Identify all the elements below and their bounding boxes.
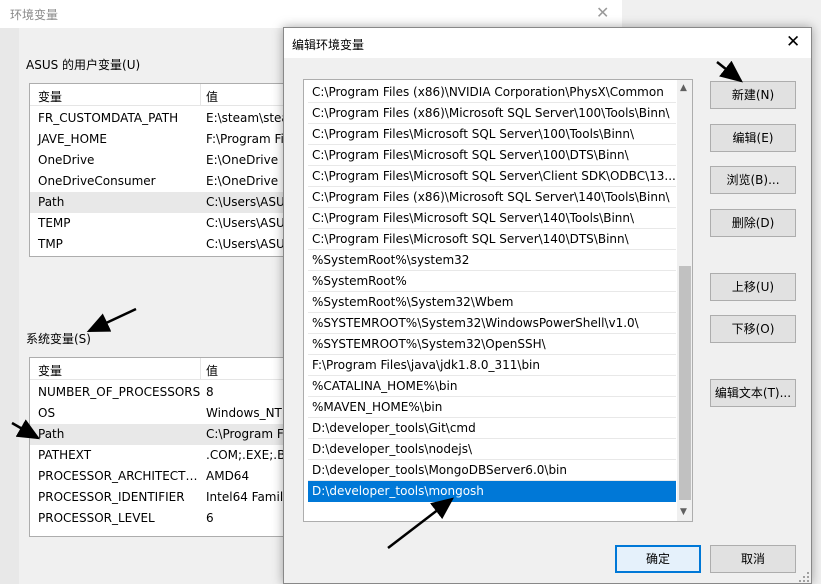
left-edge-panel [0,28,19,584]
var-value: C:\Program Fi [206,427,284,441]
path-list-item[interactable]: C:\Program Files\Microsoft SQL Server\14… [308,229,676,250]
var-name: Path [38,195,65,209]
column-separator [200,84,201,106]
sys-vars-col-name[interactable]: 变量 [38,362,62,379]
dialog-title: 编辑环境变量 [292,38,365,52]
table-row[interactable]: TEMP C:\Users\ASUS [30,213,283,234]
table-row[interactable]: Path C:\Users\ASUS [30,192,283,213]
table-row[interactable]: OneDrive E:\OneDrive [30,150,283,171]
var-name: PROCESSOR_ARCHITECT… [38,469,198,483]
resize-grip-icon[interactable] [798,571,810,583]
user-vars-list[interactable]: 变量 值 FR_CUSTOMDATA_PATH E:\steam\steam JAV… [29,83,284,257]
browse-button[interactable]: 浏览(B)... [710,166,796,194]
path-list-item[interactable]: %SYSTEMROOT%\System32\WindowsPowerShell\… [308,313,676,334]
table-row[interactable]: FR_CUSTOMDATA_PATH E:\steam\steam [30,108,283,129]
path-list[interactable]: C:\Program Files (x86)\NVIDIA Corporatio… [303,79,693,522]
table-row[interactable]: PROCESSOR_IDENTIFIER Intel64 Family [30,487,283,508]
table-row[interactable]: JAVE_HOME F:\Program Fil [30,129,283,150]
table-row[interactable]: OS Windows_NT [30,403,283,424]
table-row[interactable]: PROCESSOR_ARCHITECT… AMD64 [30,466,283,487]
var-value: AMD64 [206,469,250,483]
path-list-item[interactable]: %SystemRoot% [308,271,676,292]
sys-vars-col-value[interactable]: 值 [206,362,218,379]
bg-window-title: 环境变量 [10,8,59,22]
var-name: OS [38,406,56,420]
scroll-up-icon[interactable]: ▲ [680,83,687,93]
sys-vars-header: 变量 值 [30,358,283,380]
edit-text-button[interactable]: 编辑文本(T)... [710,379,796,407]
path-list-item[interactable]: %MAVEN_HOME%\bin [308,397,676,418]
scroll-down-icon[interactable]: ▼ [680,507,687,517]
var-name: OneDrive [38,153,95,167]
var-value: 8 [206,385,214,399]
dialog-close-icon[interactable]: ✕ [786,32,800,52]
var-value: Windows_NT [206,406,282,420]
path-list-item[interactable]: %SystemRoot%\system32 [308,250,676,271]
user-vars-header: 变量 值 [30,84,283,106]
table-row[interactable]: NUMBER_OF_PROCESSORS 8 [30,382,283,403]
var-name: JAVE_HOME [38,132,107,146]
move-up-button[interactable]: 上移(U) [710,273,796,301]
var-value: 6 [206,511,214,525]
path-list-item[interactable]: C:\Program Files (x86)\NVIDIA Corporatio… [308,82,676,103]
var-value: E:\OneDrive [206,174,279,188]
sys-vars-list[interactable]: 变量 值 NUMBER_OF_PROCESSORS 8 OS Windows_NT Pa… [29,357,284,537]
var-name: OneDriveConsumer [38,174,156,188]
user-vars-col-name[interactable]: 变量 [38,88,62,105]
var-value: Intel64 Family [206,490,284,504]
path-list-item[interactable]: D:\developer_tools\MongoDBServer6.0\bin [308,460,676,481]
ok-button[interactable]: 确定 [615,545,701,573]
var-value: E:\OneDrive [206,153,279,167]
edit-env-var-dialog: 编辑环境变量 ✕ C:\Program Files (x86)\NVIDIA C… [283,27,812,584]
var-name: PATHEXT [38,448,92,462]
scroll-thumb[interactable] [679,266,691,500]
table-row[interactable]: OneDriveConsumer E:\OneDrive [30,171,283,192]
var-value: .COM;.EXE;.BA [206,448,283,462]
table-row[interactable]: TMP C:\Users\ASUS [30,234,283,255]
path-list-item[interactable]: D:\developer_tools\Git\cmd [308,418,676,439]
path-list-item[interactable]: %CATALINA_HOME%\bin [308,376,676,397]
var-name: PROCESSOR_IDENTIFIER [38,490,185,504]
delete-button[interactable]: 删除(D) [710,209,796,237]
var-name: PROCESSOR_LEVEL [38,511,155,525]
table-row[interactable]: PROCESSOR_LEVEL 6 [30,508,283,529]
var-value: C:\Users\ASUS [206,216,284,230]
path-list-item[interactable]: C:\Program Files\Microsoft SQL Server\10… [308,145,676,166]
var-name: NUMBER_OF_PROCESSORS [38,385,201,399]
path-list-item[interactable]: C:\Program Files\Microsoft SQL Server\14… [308,208,676,229]
new-button[interactable]: 新建(N) [710,81,796,109]
column-separator [200,358,201,380]
var-value: C:\Users\ASUS [206,237,284,251]
dialog-title-bar: 编辑环境变量 ✕ [284,28,811,58]
var-value: F:\Program Fil [206,132,284,146]
bg-close-icon[interactable]: ✕ [596,3,609,22]
path-list-item[interactable]: C:\Program Files\Microsoft SQL Server\10… [308,124,676,145]
move-down-button[interactable]: 下移(O) [710,315,796,343]
sys-vars-label: 系统变量(S) [26,332,91,346]
path-list-scrollbar[interactable]: ▲ ▼ [677,80,692,521]
user-vars-col-value[interactable]: 值 [206,88,218,105]
path-list-item[interactable]: F:\Program Files\java\jdk1.8.0_311\bin [308,355,676,376]
path-list-item[interactable]: D:\developer_tools\nodejs\ [308,439,676,460]
path-list-item[interactable]: C:\Program Files (x86)\Microsoft SQL Ser… [308,187,676,208]
var-value: E:\steam\steam [206,111,283,125]
bg-title-bar: 环境变量 ✕ [0,0,622,28]
path-list-item[interactable]: %SYSTEMROOT%\System32\OpenSSH\ [308,334,676,355]
user-vars-label: ASUS 的用户变量(U) [26,58,141,72]
var-value: C:\Users\ASUS [206,195,284,209]
var-name: TEMP [38,216,71,230]
table-row[interactable]: PATHEXT .COM;.EXE;.BA [30,445,283,466]
path-list-item[interactable]: C:\Program Files (x86)\Microsoft SQL Ser… [308,103,676,124]
path-list-item[interactable]: C:\Program Files\Microsoft SQL Server\Cl… [308,166,676,187]
table-row[interactable]: Path C:\Program Fi [30,424,283,445]
path-list-item[interactable]: %SystemRoot%\System32\Wbem [308,292,676,313]
var-name: FR_CUSTOMDATA_PATH [38,111,179,125]
cancel-button[interactable]: 取消 [710,545,796,573]
var-name: TMP [38,237,63,251]
var-name: Path [38,427,65,441]
edit-button[interactable]: 编辑(E) [710,124,796,152]
path-list-item[interactable]: D:\developer_tools\mongosh [308,481,676,502]
